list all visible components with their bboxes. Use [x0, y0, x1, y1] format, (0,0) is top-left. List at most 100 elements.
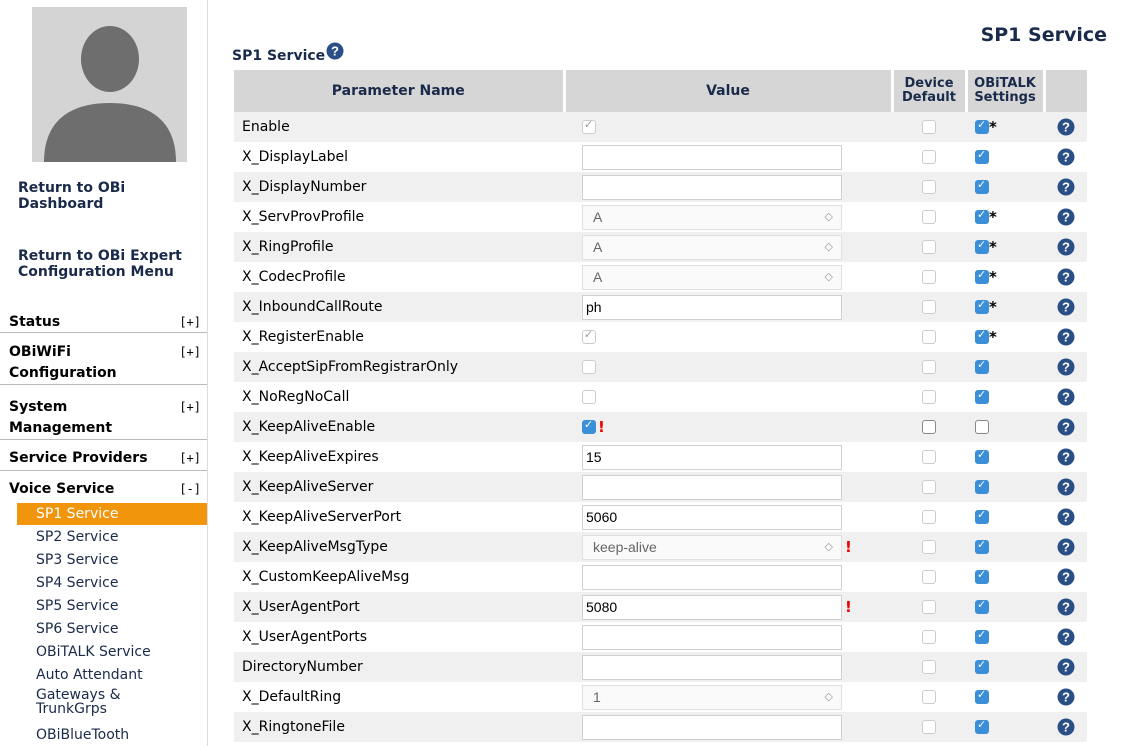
value-input[interactable]: 5060	[582, 504, 842, 530]
value-input[interactable]	[582, 174, 842, 200]
table-row: X_RegisterEnable *?	[234, 322, 1087, 352]
help-question-icon[interactable]: ?	[1057, 328, 1075, 346]
menu-section-obiwifi[interactable]: OBiWiFi Configuration [+]	[0, 340, 207, 385]
value-select[interactable]: A ◇	[582, 264, 842, 290]
obitalk-settings-checkbox[interactable]	[975, 718, 989, 734]
sidebar-item-sp3-service[interactable]: SP3 Service	[17, 549, 207, 571]
help-question-icon[interactable]: ?	[1057, 448, 1075, 466]
sidebar-item-sp5-service[interactable]: SP5 Service	[17, 595, 207, 617]
obitalk-settings-checkbox[interactable]	[975, 628, 989, 644]
obitalk-settings-checkbox[interactable]	[975, 538, 989, 554]
svg-text:?: ?	[1062, 150, 1070, 165]
help-question-icon[interactable]: ?	[1057, 568, 1075, 586]
value-input[interactable]	[582, 144, 842, 170]
help-question-icon[interactable]: ?	[1057, 358, 1075, 376]
help-question-icon[interactable]: ?	[1057, 418, 1075, 436]
obitalk-settings-checkbox[interactable]	[975, 568, 989, 584]
help-question-icon[interactable]: ?	[1057, 508, 1075, 526]
help-question-icon[interactable]: ?	[1057, 478, 1075, 496]
obitalk-settings-checkbox[interactable]	[975, 448, 989, 464]
help-question-icon[interactable]: ?	[1057, 118, 1075, 136]
sidebar-item-auto-attendant[interactable]: Auto Attendant	[17, 664, 207, 686]
obitalk-settings-checkbox[interactable]	[975, 178, 989, 194]
obitalk-settings-checkbox[interactable]	[975, 298, 989, 314]
value-select[interactable]: A ◇	[582, 234, 842, 260]
svg-text:?: ?	[1062, 300, 1070, 315]
help-cell: ?	[1044, 442, 1087, 472]
help-question-icon[interactable]: ?	[1057, 658, 1075, 676]
help-question-icon[interactable]: ?	[1057, 268, 1075, 286]
menu-section-status[interactable]: Status [+]	[0, 310, 207, 333]
value-input[interactable]: 15	[582, 444, 842, 470]
param-name: X_RingProfile	[234, 232, 564, 262]
help-question-icon[interactable]: ?	[326, 42, 344, 60]
menu-section-system-management[interactable]: System Management [+]	[0, 395, 207, 440]
param-value-cell: 5080!	[564, 592, 892, 622]
help-question-icon[interactable]: ?	[1057, 388, 1075, 406]
menu-section-voice-service[interactable]: Voice Service [-]	[0, 478, 207, 500]
device-default-checkbox	[922, 300, 936, 314]
sidebar-item-obibluetooth[interactable]: OBiBlueTooth	[17, 724, 207, 746]
help-question-icon[interactable]: ?	[1057, 598, 1075, 616]
obitalk-settings-checkbox[interactable]	[975, 358, 989, 374]
help-question-icon[interactable]: ?	[1057, 688, 1075, 706]
sidebar-item-sp4-service[interactable]: SP4 Service	[17, 572, 207, 594]
obitalk-settings-checkbox[interactable]	[975, 328, 989, 344]
sidebar-item-sp1-service[interactable]: SP1 Service	[17, 503, 207, 525]
obitalk-settings-checkbox[interactable]	[975, 238, 989, 254]
sidebar-item-sp2-service[interactable]: SP2 Service	[17, 526, 207, 548]
device-default-checkbox	[922, 270, 936, 284]
obitalk-settings-checkbox[interactable]	[975, 688, 989, 704]
value-input[interactable]	[582, 654, 842, 680]
header-device-default: Device Default	[890, 70, 966, 112]
obitalk-settings-checkbox[interactable]	[975, 388, 989, 404]
svg-text:?: ?	[1062, 660, 1070, 675]
value-select[interactable]: A ◇	[582, 204, 842, 230]
help-question-icon[interactable]: ?	[1057, 298, 1075, 316]
help-question-icon[interactable]: ?	[1057, 178, 1075, 196]
return-expert-config-link[interactable]: Return to OBi Expert Configuration Menu	[18, 248, 203, 280]
help-question-icon[interactable]: ?	[1057, 628, 1075, 646]
obitalk-settings-checkbox[interactable]	[975, 508, 989, 524]
collapse-toggle[interactable]: [-]	[179, 479, 201, 500]
return-dashboard-link[interactable]: Return to OBi Dashboard	[18, 180, 207, 212]
param-name: X_InboundCallRoute	[234, 292, 564, 322]
value-input[interactable]: ph	[582, 294, 842, 320]
obitalk-settings-checkbox[interactable]	[975, 208, 989, 224]
star-marker: *	[989, 268, 997, 286]
value-input[interactable]	[582, 564, 842, 590]
value-select[interactable]: keep-alive ◇	[582, 534, 842, 560]
help-question-icon[interactable]: ?	[1057, 148, 1075, 166]
obitalk-settings-checkbox[interactable]	[975, 658, 989, 674]
help-question-icon[interactable]: ?	[1057, 538, 1075, 556]
obitalk-settings-checkbox[interactable]	[975, 598, 989, 614]
value-input[interactable]	[582, 624, 842, 650]
value-input[interactable]: 5080	[582, 594, 842, 620]
value-checkbox	[582, 360, 596, 374]
value-input[interactable]	[582, 714, 842, 740]
obitalk-settings-checkbox[interactable]	[975, 148, 989, 164]
menu-section-service-providers[interactable]: Service Providers [+]	[0, 446, 207, 471]
sidebar-item-obitalk-service[interactable]: OBiTALK Service	[17, 641, 207, 663]
device-default-checkbox[interactable]	[922, 420, 936, 434]
obitalk-settings-checkbox[interactable]	[975, 268, 989, 284]
table-row: X_RingProfileA◇*?	[234, 232, 1087, 262]
svg-text:?: ?	[1062, 270, 1070, 285]
header-value: Value	[562, 70, 892, 112]
obitalk-settings-checkbox[interactable]	[975, 118, 989, 134]
obitalk-settings-checkbox[interactable]	[975, 478, 989, 494]
help-question-icon[interactable]: ?	[1057, 718, 1075, 736]
obitalk-settings-cell	[966, 472, 1044, 502]
help-question-icon[interactable]: ?	[1057, 238, 1075, 256]
sidebar-item-sp6-service[interactable]: SP6 Service	[17, 618, 207, 640]
expand-toggle[interactable]: [+]	[179, 312, 201, 333]
expand-toggle[interactable]: [+]	[179, 342, 201, 363]
help-question-icon[interactable]: ?	[1057, 208, 1075, 226]
value-checkbox[interactable]	[582, 418, 596, 434]
expand-toggle[interactable]: [+]	[179, 448, 201, 469]
sidebar-item-gateways-trunkgrps[interactable]: Gateways & TrunkGrps	[17, 687, 167, 721]
value-input[interactable]	[582, 474, 842, 500]
value-select[interactable]: 1 ◇	[582, 684, 842, 710]
obitalk-settings-checkbox[interactable]	[975, 420, 989, 434]
expand-toggle[interactable]: [+]	[179, 397, 201, 418]
